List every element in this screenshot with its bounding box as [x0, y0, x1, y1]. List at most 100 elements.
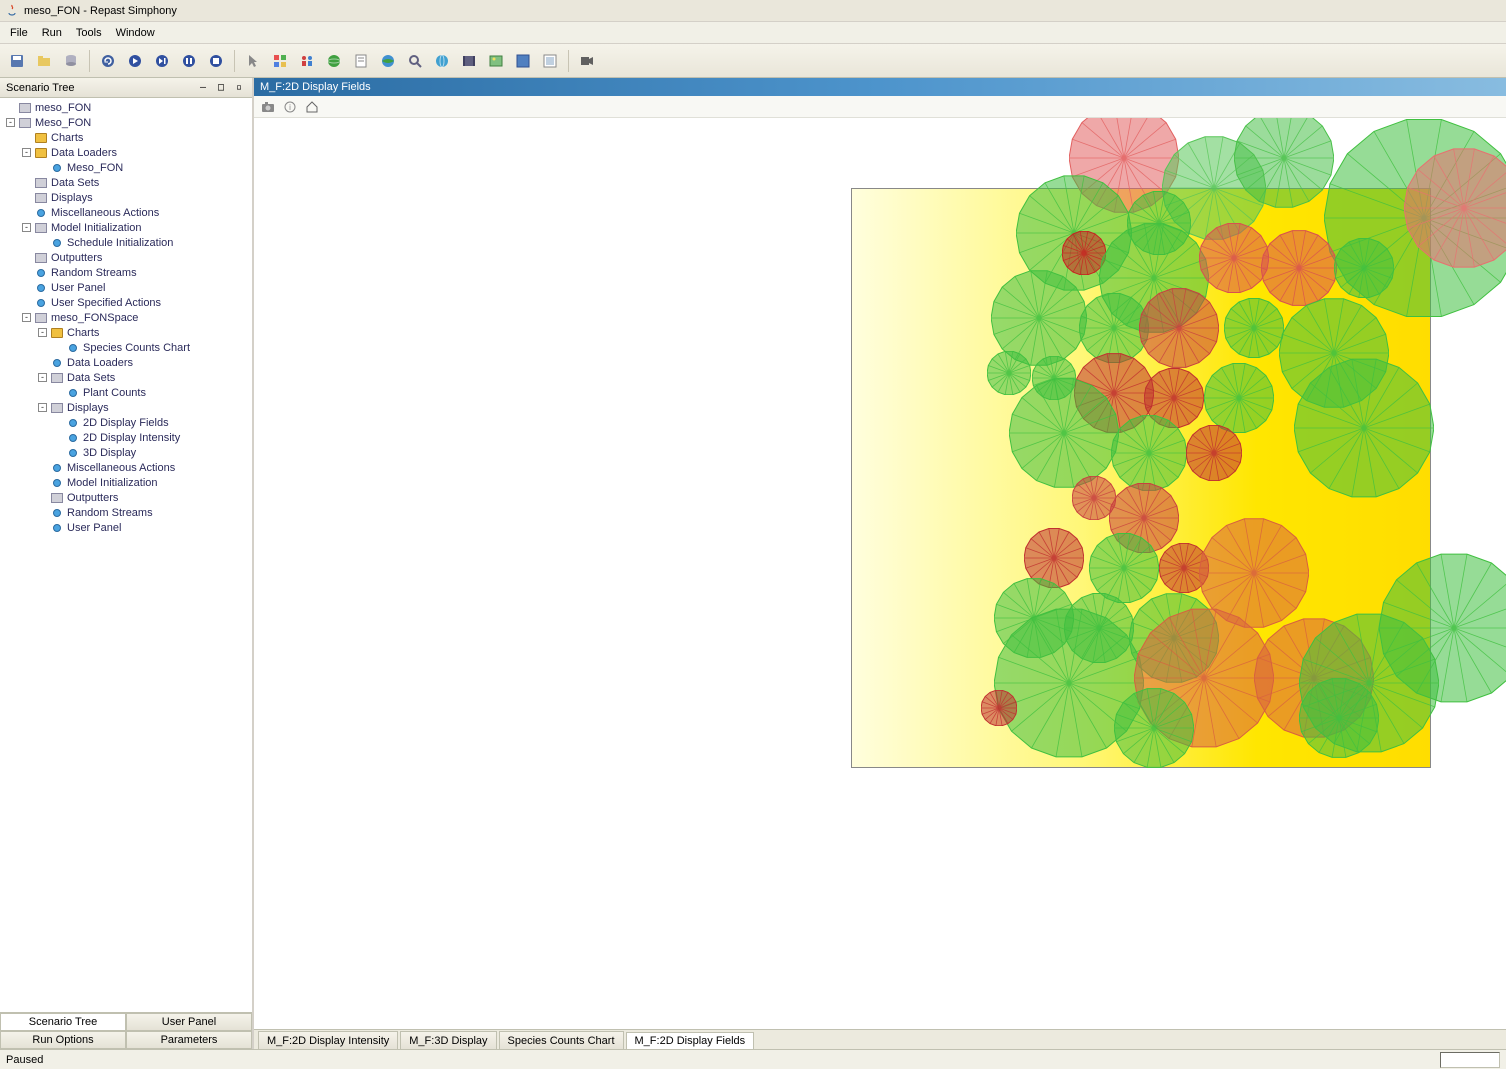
tree-item[interactable]: -meso_FONSpace [2, 310, 250, 325]
view-tab[interactable]: M_F:3D Display [400, 1031, 496, 1049]
view-tab[interactable]: M_F:2D Display Intensity [258, 1031, 398, 1049]
tree-toggle[interactable]: - [38, 373, 47, 382]
tree-toggle [38, 508, 47, 517]
tree-item[interactable]: Schedule Initialization [2, 235, 250, 250]
tree-item[interactable]: Charts [2, 130, 250, 145]
globe-button[interactable] [377, 50, 399, 72]
tree-toggle[interactable]: - [22, 148, 31, 157]
window-title: meso_FON - Repast Simphony [24, 5, 177, 17]
tree-toggle [38, 463, 47, 472]
agent-fan [1379, 553, 1506, 703]
tree-toggle[interactable]: - [38, 328, 47, 337]
menu-file[interactable]: File [4, 25, 34, 41]
doc-button[interactable] [350, 50, 372, 72]
tree-item[interactable]: 3D Display [2, 445, 250, 460]
agent-fan [1294, 358, 1434, 498]
agent-fan [1234, 118, 1334, 208]
camcorder-button[interactable] [576, 50, 598, 72]
reset-button[interactable] [97, 50, 119, 72]
tree-item[interactable]: -Data Sets [2, 370, 250, 385]
bullet-icon [50, 461, 64, 475]
minimize-panel-icon[interactable]: – [196, 81, 210, 95]
left-tab[interactable]: User Panel [126, 1013, 252, 1031]
left-tab[interactable]: Scenario Tree [0, 1013, 126, 1031]
menu-tools[interactable]: Tools [70, 25, 108, 41]
tree-item[interactable]: Displays [2, 190, 250, 205]
tree-item[interactable]: Miscellaneous Actions [2, 460, 250, 475]
folder-button[interactable] [33, 50, 55, 72]
tree-item[interactable]: Random Streams [2, 265, 250, 280]
tree-item[interactable]: -Model Initialization [2, 220, 250, 235]
bullet-icon [66, 416, 80, 430]
bullet-icon [66, 446, 80, 460]
image-button[interactable] [485, 50, 507, 72]
menu-run[interactable]: Run [36, 25, 68, 41]
box-icon [34, 221, 48, 235]
sphere-button[interactable] [323, 50, 345, 72]
step-button[interactable] [151, 50, 173, 72]
box-icon [34, 176, 48, 190]
grid-button[interactable] [269, 50, 291, 72]
pause-button[interactable] [178, 50, 200, 72]
tree-item[interactable]: - Displays [2, 400, 250, 415]
dock-panel-icon[interactable]: ▫ [232, 81, 246, 95]
stop-button[interactable] [205, 50, 227, 72]
tree-item[interactable]: Plant Counts [2, 385, 250, 400]
tree-label: Displays [67, 402, 109, 414]
agent-fan [1204, 363, 1274, 433]
tree-item[interactable]: Data Loaders [2, 355, 250, 370]
play-button[interactable] [124, 50, 146, 72]
tree-item[interactable]: Data Sets [2, 175, 250, 190]
tree-toggle[interactable]: - [38, 403, 47, 412]
view-tab-header: M_F:2D Display Fields [254, 78, 1506, 96]
tree-item[interactable]: Meso_FON [2, 160, 250, 175]
save-button[interactable] [6, 50, 28, 72]
menu-window[interactable]: Window [110, 25, 161, 41]
zoom-button[interactable] [404, 50, 426, 72]
camera-icon[interactable] [260, 99, 276, 115]
agent-fan [1111, 415, 1187, 491]
tree-label: 3D Display [83, 447, 136, 459]
tree-item[interactable]: User Panel [2, 520, 250, 535]
tree-item[interactable]: Outputters [2, 250, 250, 265]
people-button[interactable] [296, 50, 318, 72]
tree-item[interactable]: 2D Display Fields [2, 415, 250, 430]
maximize-panel-icon[interactable]: □ [214, 81, 228, 95]
tree-item[interactable]: -Charts [2, 325, 250, 340]
left-tab[interactable]: Run Options [0, 1031, 126, 1049]
pointer-button[interactable] [242, 50, 264, 72]
agent-fan [1186, 425, 1242, 481]
globe2-button[interactable] [431, 50, 453, 72]
tree-toggle[interactable]: - [22, 223, 31, 232]
tree-item[interactable]: -Meso_FON [2, 115, 250, 130]
tree-item[interactable]: User Panel [2, 280, 250, 295]
film-button[interactable] [458, 50, 480, 72]
tree-label: User Panel [67, 522, 121, 534]
tree-item[interactable]: -Data Loaders [2, 145, 250, 160]
view-tab[interactable]: Species Counts Chart [499, 1031, 624, 1049]
svg-text:i: i [289, 103, 291, 112]
frame2-button[interactable] [539, 50, 561, 72]
tree-label: Data Loaders [67, 357, 133, 369]
tree-item[interactable]: meso_FON [2, 100, 250, 115]
left-tab[interactable]: Parameters [126, 1031, 252, 1049]
tree-item[interactable]: 2D Display Intensity [2, 430, 250, 445]
database-button[interactable] [60, 50, 82, 72]
left-panel-tabs: Scenario TreeUser PanelRun OptionsParame… [0, 1012, 252, 1049]
view-tab[interactable]: M_F:2D Display Fields [626, 1032, 755, 1049]
tree-item[interactable]: Random Streams [2, 505, 250, 520]
tree-item[interactable]: Model Initialization [2, 475, 250, 490]
tree-item[interactable]: Outputters [2, 490, 250, 505]
scenario-tree[interactable]: meso_FON-Meso_FONCharts-Data LoadersMeso… [0, 98, 252, 1012]
home-icon[interactable] [304, 99, 320, 115]
tree-item[interactable]: Species Counts Chart [2, 340, 250, 355]
tree-item[interactable]: Miscellaneous Actions [2, 205, 250, 220]
bullet-icon [50, 521, 64, 535]
tree-item[interactable]: User Specified Actions [2, 295, 250, 310]
tree-toggle [38, 493, 47, 502]
info-icon[interactable]: i [282, 99, 298, 115]
tree-toggle[interactable]: - [6, 118, 15, 127]
simulation-canvas[interactable] [254, 118, 1506, 1029]
frame-button[interactable] [512, 50, 534, 72]
tree-toggle[interactable]: - [22, 313, 31, 322]
